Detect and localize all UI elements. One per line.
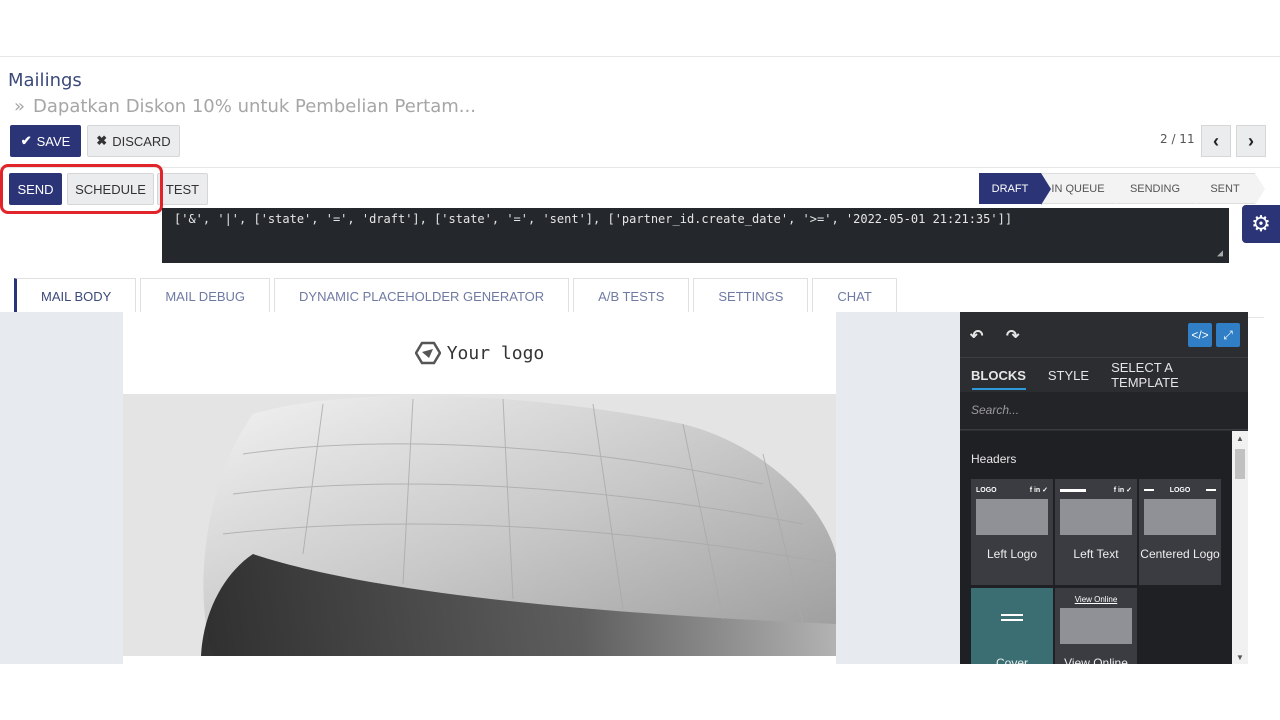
scroll-down-icon[interactable]: ▼ — [1232, 650, 1248, 664]
block-thumbnail — [976, 499, 1048, 535]
record-title: Dapatkan Diskon 10% untuk Pembelian Pert… — [33, 96, 476, 117]
architecture-photo — [123, 394, 836, 656]
code-view-icon[interactable]: </> — [1188, 323, 1212, 347]
tab-settings[interactable]: SETTINGS — [693, 278, 809, 313]
discard-button[interactable]: ✖ DISCARD — [87, 125, 180, 157]
block-mini-header: f in ✓ — [1060, 484, 1132, 496]
hero-image[interactable] — [123, 394, 836, 656]
redo-icon[interactable]: ↷ — [1006, 326, 1019, 346]
block-mini-header: View Online — [1074, 594, 1118, 604]
block-view-online[interactable]: View Online View Online — [1055, 588, 1137, 664]
breadcrumb-separator-icon: » — [14, 96, 26, 117]
check-icon: ✔ — [20, 133, 32, 148]
block-left-text[interactable]: f in ✓ Left Text — [1055, 479, 1137, 585]
status-bar: DRAFT IN QUEUE SENDING SENT — [979, 173, 1265, 205]
breadcrumb-current: » Dapatkan Diskon 10% untuk Pembelian Per… — [14, 96, 476, 117]
block-centered-logo[interactable]: LOGO Centered Logo — [1139, 479, 1221, 585]
tab-chat[interactable]: CHAT — [812, 278, 897, 313]
scroll-thumb[interactable] — [1235, 449, 1245, 479]
block-mini-header: LOGO f in ✓ — [976, 486, 1048, 495]
save-label: SAVE — [36, 133, 71, 149]
undo-icon[interactable]: ↶ — [970, 326, 983, 346]
pager-next-button[interactable]: › — [1236, 125, 1266, 157]
block-label: Cover — [995, 656, 1028, 664]
mail-preview[interactable]: Your logo — [123, 312, 836, 664]
save-button[interactable]: ✔ SAVE — [10, 125, 81, 157]
panel-tab-select-template[interactable]: SELECT A TEMPLATE — [1100, 359, 1248, 391]
block-left-logo[interactable]: LOGO f in ✓ Left Logo — [971, 479, 1053, 585]
panel-tab-blocks[interactable]: BLOCKS — [960, 359, 1037, 391]
tab-mail-body[interactable]: MAIL BODY — [14, 278, 137, 313]
tab-dynamic-placeholder-generator[interactable]: DYNAMIC PLACEHOLDER GENERATOR — [274, 278, 570, 313]
block-search-input[interactable]: Search... — [960, 392, 1248, 430]
block-thumbnail — [1060, 499, 1132, 535]
panel-tab-style[interactable]: STYLE — [1037, 359, 1100, 391]
pager-counter[interactable]: 2 / 11 — [1160, 132, 1195, 146]
gear-icon: ⚙ — [1251, 211, 1271, 236]
editor-side-panel: ↶ ↷ </> ⤢ BLOCKS STYLE SELECT A TEMPLATE… — [960, 312, 1248, 664]
test-button[interactable]: TEST — [157, 173, 208, 205]
stage-sending[interactable]: SENDING — [1115, 173, 1205, 205]
tab-ab-tests[interactable]: A/B TESTS — [573, 278, 690, 313]
block-label: Left Logo — [986, 547, 1038, 561]
chevron-left-icon: ‹ — [1213, 130, 1219, 151]
block-cover[interactable]: Cover — [971, 588, 1053, 664]
notebook-tabs: MAIL BODY MAIL DEBUG DYNAMIC PLACEHOLDER… — [14, 278, 897, 313]
block-thumbnail — [1060, 608, 1132, 644]
discard-label: DISCARD — [112, 133, 171, 149]
block-label: Left Text — [1073, 547, 1119, 561]
highlight-annotation — [0, 164, 163, 214]
settings-gear-button[interactable]: ⚙ — [1242, 205, 1280, 243]
domain-filter-field[interactable]: ['&', '|', ['state', '=', 'draft'], ['st… — [162, 208, 1229, 263]
stage-in-queue[interactable]: IN QUEUE — [1041, 173, 1125, 205]
close-icon: ✖ — [96, 133, 108, 148]
domain-filter-text: ['&', '|', ['state', '=', 'draft'], ['st… — [174, 212, 1013, 226]
resize-grip-icon[interactable]: ◢ — [1217, 248, 1223, 259]
stage-draft[interactable]: DRAFT — [979, 173, 1051, 205]
breadcrumb-root[interactable]: Mailings — [8, 70, 82, 91]
block-label: Centered Logo — [1140, 547, 1220, 561]
fullscreen-icon[interactable]: ⤢ — [1216, 323, 1240, 347]
chevron-right-icon: › — [1248, 130, 1254, 151]
block-label: View Online — [1064, 656, 1128, 664]
mail-logo-row[interactable]: Your logo — [123, 312, 836, 394]
panel-toolbar: ↶ ↷ </> ⤢ — [960, 312, 1248, 358]
blocks-scrollbar[interactable]: ▲ ▼ — [1232, 431, 1248, 664]
panel-tabs: BLOCKS STYLE SELECT A TEMPLATE — [960, 359, 1248, 391]
logo-icon — [414, 341, 441, 365]
scroll-up-icon[interactable]: ▲ — [1232, 431, 1248, 445]
blocks-list: Headers LOGO f in ✓ Left Logo f in ✓ Left… — [960, 431, 1232, 664]
pager-previous-button[interactable]: ‹ — [1201, 125, 1231, 157]
tab-mail-debug[interactable]: MAIL DEBUG — [140, 278, 271, 313]
toolbar-divider — [0, 167, 1280, 168]
block-thumbnail — [1144, 499, 1216, 535]
block-mini-header: LOGO — [1144, 484, 1216, 496]
mail-logo-text: Your logo — [446, 342, 545, 364]
header-divider — [0, 56, 1280, 57]
blocks-section-heading: Headers — [971, 452, 1017, 466]
